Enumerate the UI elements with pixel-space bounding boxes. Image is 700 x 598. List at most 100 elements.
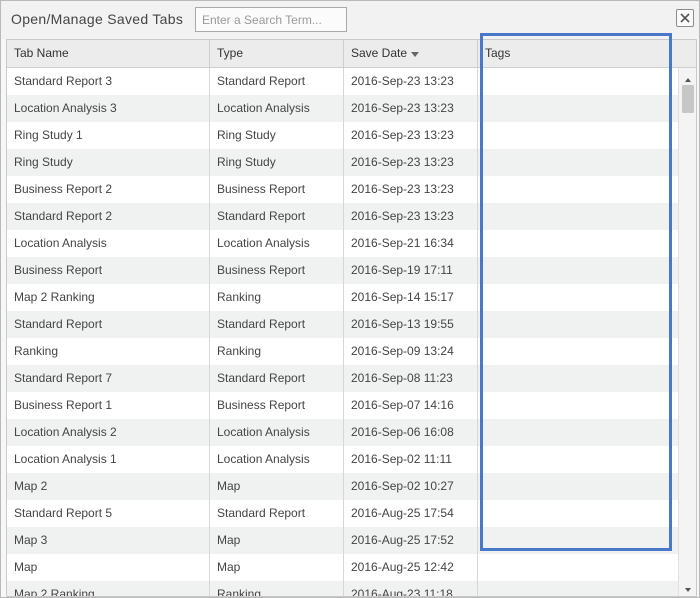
cell-tags[interactable] (478, 338, 678, 365)
table-row[interactable]: Map 2 Map 2016-Sep-02 10:27 (7, 473, 678, 500)
table-row[interactable]: Standard Report 7 Standard Report 2016-Sep… (7, 365, 678, 392)
cell-tab-name: Location Analysis (7, 230, 210, 257)
column-header-label: Type (217, 46, 244, 60)
table-row[interactable]: Standard Report 3 Standard Report 2016-Sep… (7, 68, 678, 95)
table-body: Standard Report 3 Standard Report 2016-Sep… (7, 68, 678, 596)
column-header-label: Save Date (351, 46, 408, 60)
cell-type: Map (210, 473, 344, 500)
cell-type: Ranking (210, 338, 344, 365)
close-button[interactable] (676, 9, 694, 27)
cell-save-date: 2016-Aug-25 12:42 (344, 554, 478, 581)
cell-tab-name: Ring Study (7, 149, 210, 176)
cell-tab-name: Map (7, 554, 210, 581)
cell-tags[interactable] (478, 311, 678, 338)
cell-tags[interactable] (478, 203, 678, 230)
cell-save-date: 2016-Sep-02 10:27 (344, 473, 478, 500)
column-header-save-date[interactable]: Save Date (344, 40, 478, 67)
cell-tags[interactable] (478, 284, 678, 311)
search-input[interactable] (195, 7, 347, 32)
cell-type: Ranking (210, 284, 344, 311)
table-row[interactable]: Location Analysis 1 Location Analysis 2016… (7, 446, 678, 473)
cell-tags[interactable] (478, 230, 678, 257)
table-row[interactable]: Standard Report Standard Report 2016-Sep-1… (7, 311, 678, 338)
cell-save-date: 2016-Sep-14 15:17 (344, 284, 478, 311)
cell-tags[interactable] (478, 527, 678, 554)
table-row[interactable]: Business Report 2 Business Report 2016-Sep… (7, 176, 678, 203)
cell-tab-name: Standard Report 3 (7, 68, 210, 95)
cell-type: Standard Report (210, 365, 344, 392)
cell-tab-name: Business Report 2 (7, 176, 210, 203)
cell-tags[interactable] (478, 95, 678, 122)
cell-save-date: 2016-Sep-21 16:34 (344, 230, 478, 257)
table-row[interactable]: Standard Report 5 Standard Report 2016-Aug… (7, 500, 678, 527)
cell-tags[interactable] (478, 446, 678, 473)
cell-tags[interactable] (478, 257, 678, 284)
table-row[interactable]: Map 3 Map 2016-Aug-25 17:52 (7, 527, 678, 554)
table-row[interactable]: Business Report 1 Business Report 2016-Sep… (7, 392, 678, 419)
column-header-tab-name[interactable]: Tab Name (7, 40, 210, 67)
cell-save-date: 2016-Sep-02 11:11 (344, 446, 478, 473)
cell-tab-name: Standard Report 7 (7, 365, 210, 392)
cell-save-date: 2016-Sep-23 13:23 (344, 122, 478, 149)
cell-save-date: 2016-Sep-06 16:08 (344, 419, 478, 446)
cell-tags[interactable] (478, 473, 678, 500)
table-row[interactable]: Map 2 Ranking Ranking 2016-Sep-14 15:17 (7, 284, 678, 311)
cell-save-date: 2016-Sep-23 13:23 (344, 149, 478, 176)
cell-save-date: 2016-Sep-23 13:23 (344, 95, 478, 122)
saved-tabs-dialog: Open/Manage Saved Tabs Tab Name Type Sav… (0, 0, 700, 598)
cell-tags[interactable] (478, 392, 678, 419)
cell-type: Business Report (210, 392, 344, 419)
close-icon (680, 13, 690, 23)
cell-tags[interactable] (478, 500, 678, 527)
scrollbar-thumb[interactable] (682, 85, 694, 113)
table-row[interactable]: Ring Study Ring Study 2016-Sep-23 13:23 (7, 149, 678, 176)
table-row[interactable]: Location Analysis Location Analysis 2016-S… (7, 230, 678, 257)
cell-tab-name: Standard Report (7, 311, 210, 338)
cell-type: Standard Report (210, 203, 344, 230)
cell-save-date: 2016-Sep-09 13:24 (344, 338, 478, 365)
table-row[interactable]: Location Analysis 3 Location Analysis 2016… (7, 95, 678, 122)
cell-tab-name: Location Analysis 2 (7, 419, 210, 446)
column-header-label: Tab Name (14, 46, 69, 60)
cell-type: Map (210, 527, 344, 554)
table-row[interactable]: Standard Report 2 Standard Report 2016-Sep… (7, 203, 678, 230)
cell-save-date: 2016-Sep-23 13:23 (344, 203, 478, 230)
cell-save-date: 2016-Sep-13 19:55 (344, 311, 478, 338)
cell-tab-name: Location Analysis 1 (7, 446, 210, 473)
table-row[interactable]: Business Report Business Report 2016-Sep-1… (7, 257, 678, 284)
cell-tags[interactable] (478, 554, 678, 581)
cell-type: Business Report (210, 176, 344, 203)
cell-save-date: 2016-Aug-25 17:54 (344, 500, 478, 527)
cell-save-date: 2016-Aug-23 11:18 (344, 581, 478, 596)
cell-tab-name: Location Analysis 3 (7, 95, 210, 122)
chevron-up-icon[interactable] (683, 72, 693, 82)
table-row[interactable]: Map Map 2016-Aug-25 12:42 (7, 554, 678, 581)
column-header-tags[interactable]: Tags (478, 40, 696, 67)
table-row[interactable]: Ranking Ranking 2016-Sep-09 13:24 (7, 338, 678, 365)
cell-tab-name: Ranking (7, 338, 210, 365)
chevron-down-icon[interactable] (683, 582, 693, 592)
cell-tags[interactable] (478, 149, 678, 176)
cell-tab-name: Map 2 Ranking (7, 284, 210, 311)
cell-tags[interactable] (478, 581, 678, 596)
column-header-type[interactable]: Type (210, 40, 344, 67)
cell-tab-name: Map 2 (7, 473, 210, 500)
cell-tags[interactable] (478, 419, 678, 446)
sort-down-icon (411, 40, 420, 67)
cell-save-date: 2016-Sep-08 11:23 (344, 365, 478, 392)
cell-type: Standard Report (210, 500, 344, 527)
cell-type: Standard Report (210, 311, 344, 338)
table-row[interactable]: Map 2 Ranking Ranking 2016-Aug-23 11:18 (7, 581, 678, 596)
cell-save-date: 2016-Sep-23 13:23 (344, 68, 478, 95)
cell-tags[interactable] (478, 176, 678, 203)
cell-tags[interactable] (478, 365, 678, 392)
cell-tags[interactable] (478, 68, 678, 95)
saved-tabs-table: Tab Name Type Save Date Tags Standard Re… (6, 39, 697, 597)
cell-tags[interactable] (478, 122, 678, 149)
cell-tab-name: Map 2 Ranking (7, 581, 210, 596)
cell-type: Business Report (210, 257, 344, 284)
vertical-scrollbar[interactable] (678, 68, 696, 596)
table-row[interactable]: Ring Study 1 Ring Study 2016-Sep-23 13:23 (7, 122, 678, 149)
cell-save-date: 2016-Sep-07 14:16 (344, 392, 478, 419)
table-row[interactable]: Location Analysis 2 Location Analysis 2016… (7, 419, 678, 446)
